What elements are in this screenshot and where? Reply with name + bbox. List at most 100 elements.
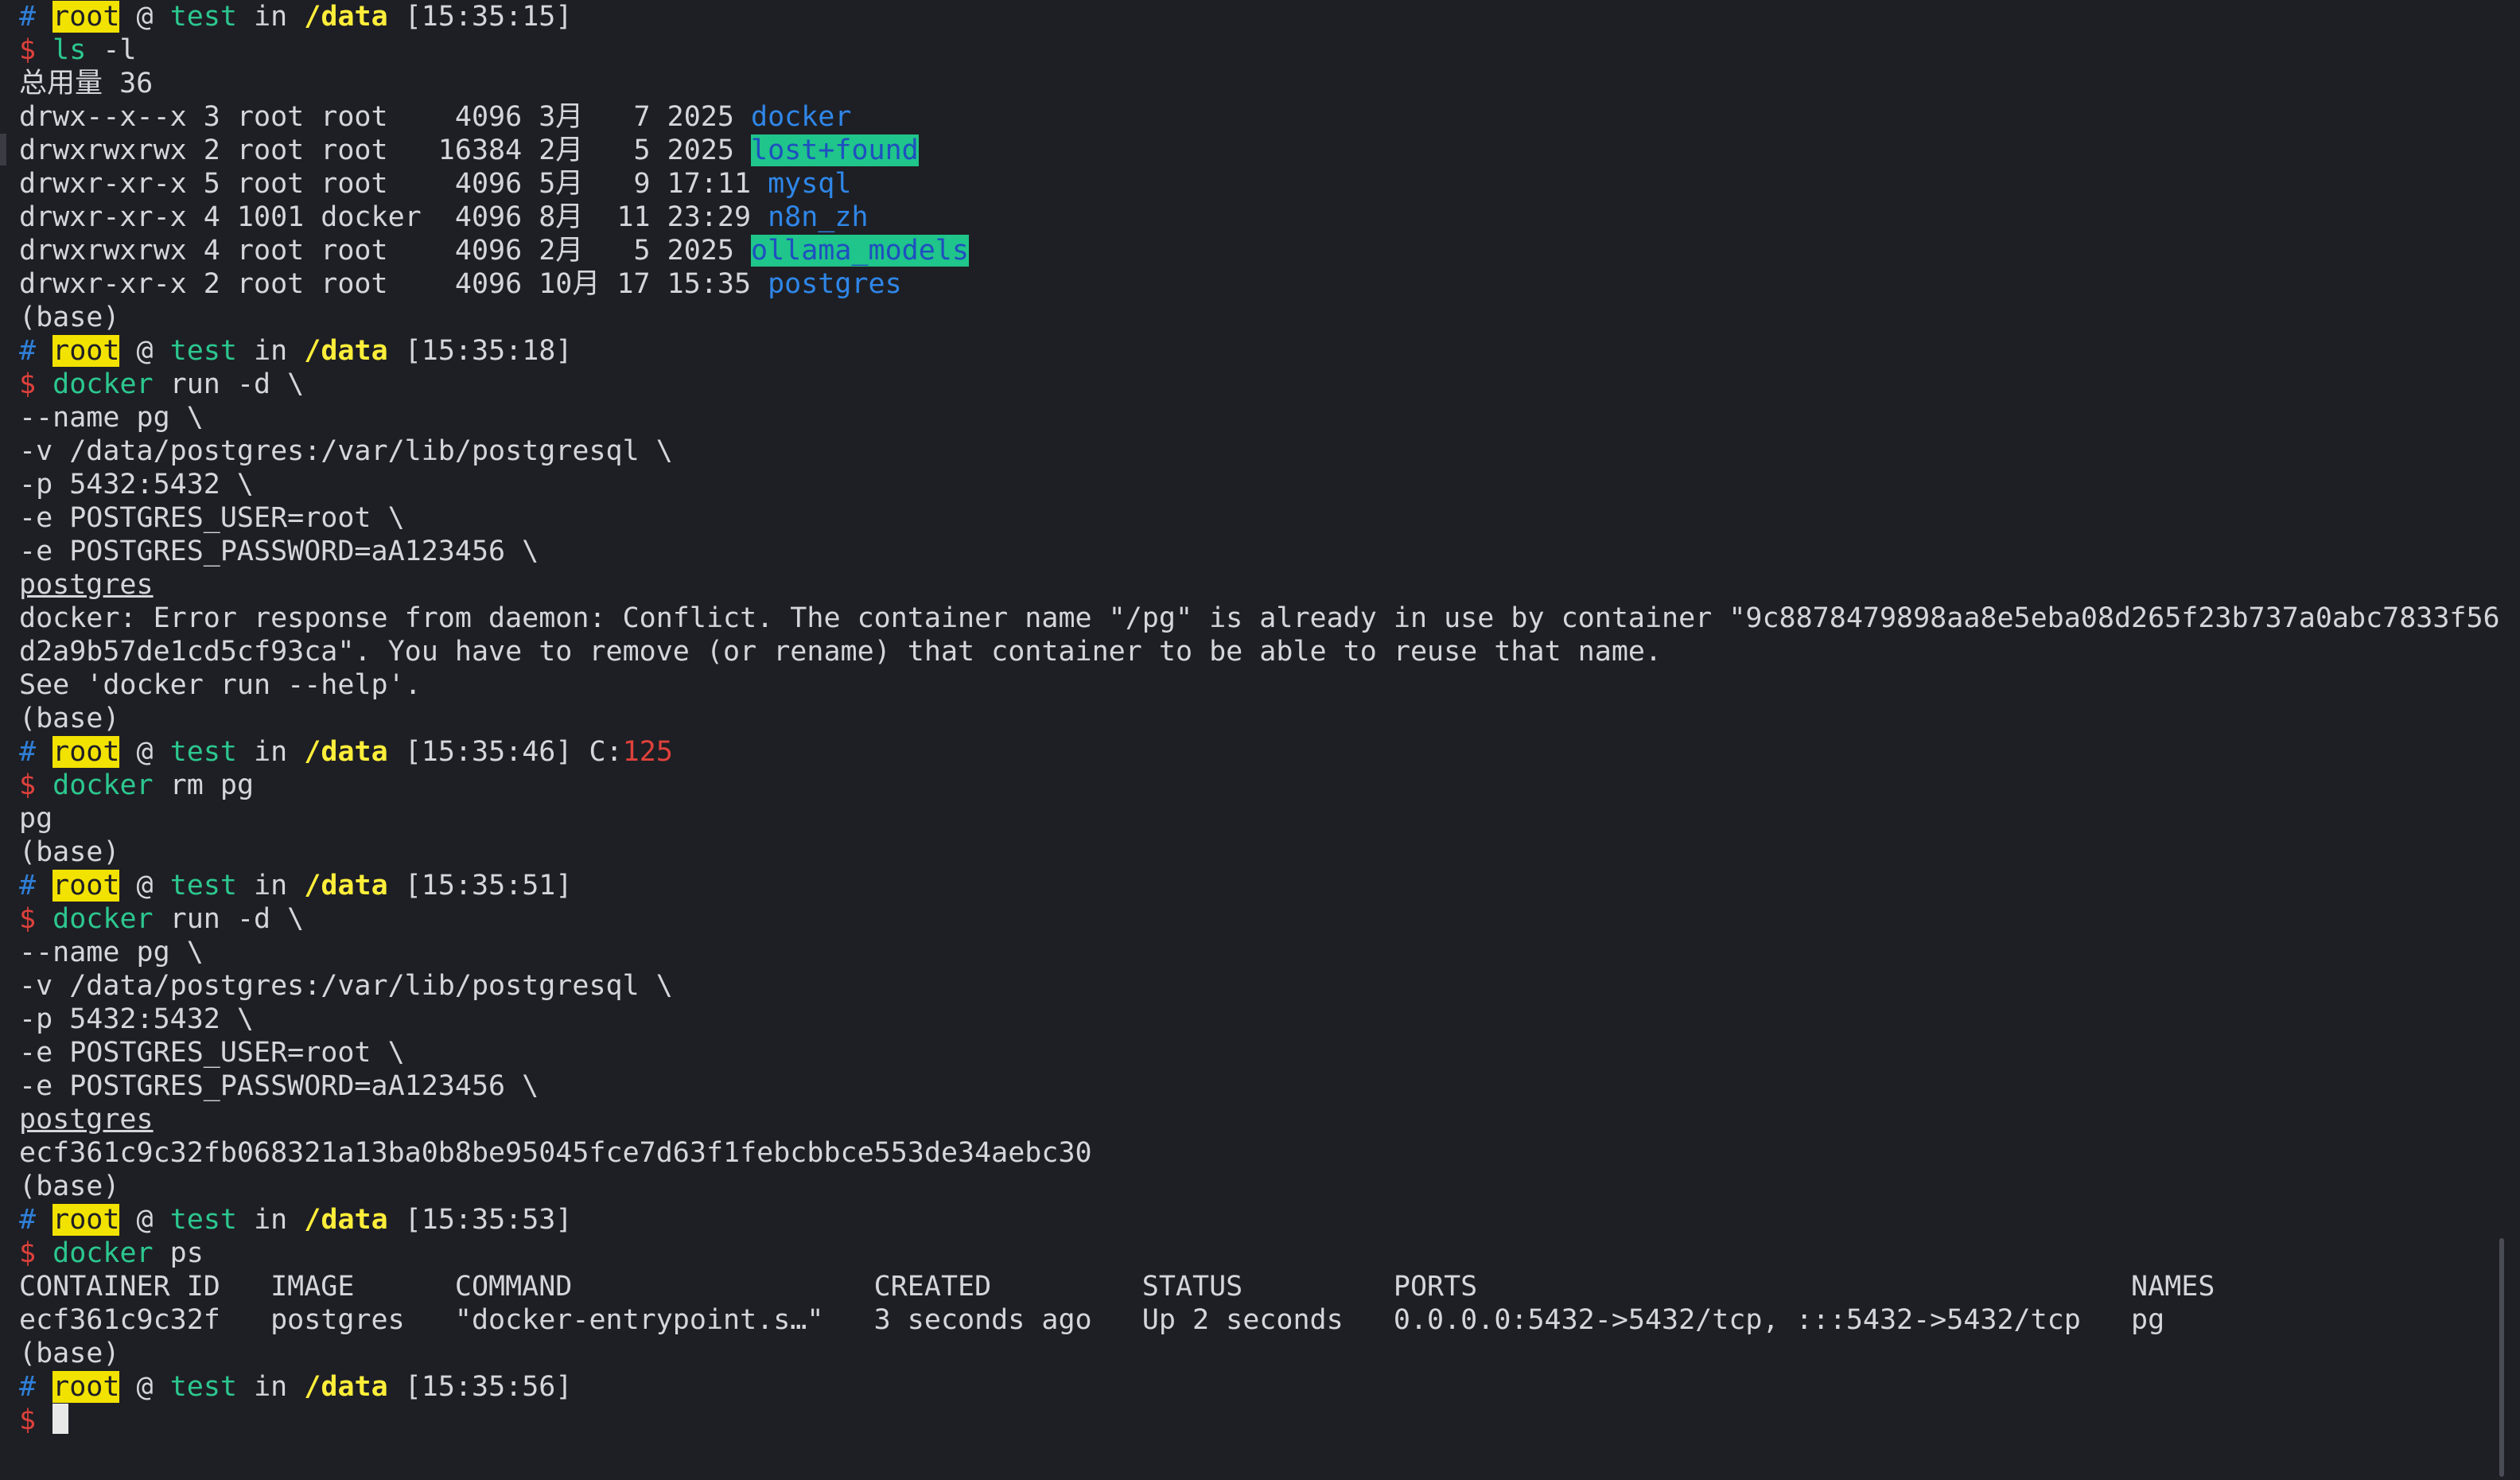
dir-name: ollama_models (751, 235, 969, 267)
prompt-line: # root @ test in /data [15:35:46] C:125 (19, 735, 2520, 769)
dir-name: mysql (768, 168, 852, 200)
ls-row: drwxrwxrwx 4 root root 4096 2月 5 2025 ol… (19, 234, 2520, 267)
dir-name: postgres (768, 268, 902, 300)
command-continuation: -e POSTGRES_PASSWORD=aA123456 \ (19, 536, 539, 567)
prompt-at: @ (136, 335, 154, 367)
prompt-path: /data (304, 870, 388, 902)
prompt-user: root (52, 736, 120, 768)
prompt-in: in (254, 736, 288, 768)
prompt-at: @ (136, 736, 154, 768)
container-id-output: ecf361c9c32fb068321a13ba0b8be95045fce7d6… (19, 1137, 1092, 1169)
input-line[interactable]: $ (19, 1404, 2520, 1437)
prompt-dollar: $ (19, 34, 37, 66)
ls-row-meta: drwxrwxrwx 2 root root 16384 2月 5 2025 (19, 134, 752, 166)
command-args: -l (86, 34, 137, 66)
prompt-hash: # (19, 1, 37, 33)
command-image: postgres (19, 1103, 2520, 1136)
ls-row-meta: drwxr-xr-x 2 root root 4096 10月 17 15:35 (19, 268, 768, 300)
command-continuation: -e POSTGRES_USER=root \ (19, 1037, 405, 1069)
ls-total: 总用量 36 (19, 68, 154, 99)
ls-row-meta: drwxr-xr-x 5 root root 4096 5月 9 17:11 (19, 168, 768, 200)
prompt-host: test (169, 1371, 237, 1403)
prompt-time: [15:35:15] (404, 1, 573, 33)
ls-row: drwxr-xr-x 2 root root 4096 10月 17 15:35… (19, 267, 2520, 301)
ls-row: drwxrwxrwx 2 root root 16384 2月 5 2025 l… (19, 134, 2520, 167)
prompt-user: root (52, 1371, 120, 1403)
prompt-hash: # (19, 1371, 37, 1403)
ls-row-meta: drwx--x--x 3 root root 4096 3月 7 2025 (19, 101, 752, 133)
dir-name: docker (751, 101, 852, 133)
scroll-marker (0, 134, 6, 166)
command-name: docker (52, 903, 154, 935)
text-cursor[interactable] (52, 1404, 69, 1434)
prompt-user: root (52, 870, 120, 902)
prompt-line: # root @ test in /data [15:35:18] (19, 334, 2520, 368)
error-output: d2a9b57de1cd5cf93ca". You have to remove… (19, 636, 1662, 668)
command-continuation: -p 5432:5432 \ (19, 1003, 255, 1035)
error-output: docker: Error response from daemon: Conf… (19, 602, 2500, 634)
prompt-time: [15:35:56] (404, 1371, 573, 1403)
prompt-path: /data (304, 1, 388, 33)
prompt-at: @ (136, 870, 154, 902)
prompt-user: root (52, 335, 120, 367)
command-args: run -d \ (153, 903, 305, 935)
command-name: docker (52, 769, 154, 801)
prompt-dollar: $ (19, 769, 37, 801)
image-name: postgres (19, 1104, 154, 1135)
prompt-line: # root @ test in /data [15:35:51] (19, 869, 2520, 902)
prompt-in: in (254, 1371, 288, 1403)
image-name: postgres (19, 569, 154, 601)
command-continuation: -e POSTGRES_PASSWORD=aA123456 \ (19, 1070, 539, 1102)
prompt-time: [15:35:46] (404, 736, 573, 768)
ls-row-meta: drwxr-xr-x 4 1001 docker 4096 8月 11 23:2… (19, 201, 768, 233)
prompt-at: @ (136, 1371, 154, 1403)
prompt-line: # root @ test in /data [15:35:15] (19, 0, 2520, 33)
prompt-dollar: $ (19, 903, 37, 935)
prompt-path: /data (304, 1371, 388, 1403)
command-line: $ docker rm pg (19, 769, 2520, 802)
prompt-host: test (169, 1204, 237, 1236)
dir-name: n8n_zh (768, 201, 869, 233)
prompt-path: /data (304, 736, 388, 768)
command-continuation: --name pg \ (19, 937, 204, 968)
prompt-user: root (52, 1, 120, 33)
command-args: run -d \ (153, 368, 305, 400)
vertical-scrollbar[interactable] (2499, 1238, 2504, 1477)
prompt-line: # root @ test in /data [15:35:56] (19, 1370, 2520, 1404)
prompt-in: in (254, 335, 288, 367)
ls-row-meta: drwxrwxrwx 4 root root 4096 2月 5 2025 (19, 235, 752, 267)
command-line: $ docker run -d \ (19, 368, 2520, 401)
prompt-host: test (169, 870, 237, 902)
command-continuation: -e POSTGRES_USER=root \ (19, 502, 405, 534)
prompt-host: test (169, 335, 237, 367)
terminal-window[interactable]: # root @ test in /data [15:35:15] $ ls -… (0, 0, 2520, 1480)
command-line: $ docker ps (19, 1237, 2520, 1270)
prompt-dollar: $ (19, 368, 37, 400)
prompt-dollar: $ (19, 1237, 37, 1269)
ps-row: ecf361c9c32f postgres "docker-entrypoint… (19, 1304, 2165, 1336)
ps-header: CONTAINER ID IMAGE COMMAND CREATED STATU… (19, 1271, 2215, 1303)
prompt-path: /data (304, 335, 388, 367)
command-output: pg (19, 803, 53, 835)
prompt-time: [15:35:51] (404, 870, 573, 902)
dir-name: lost+found (751, 134, 919, 166)
prompt-in: in (254, 1, 288, 33)
command-name: docker (52, 1237, 154, 1269)
command-args: rm pg (153, 769, 255, 801)
exit-code-label: C: (589, 736, 623, 768)
prompt-at: @ (136, 1, 154, 33)
prompt-host: test (169, 736, 237, 768)
prompt-in: in (254, 1204, 288, 1236)
command-line: $ docker run -d \ (19, 902, 2520, 936)
error-output: See 'docker run --help'. (19, 669, 422, 701)
prompt-host: test (169, 1, 237, 33)
prompt-hash: # (19, 736, 37, 768)
command-continuation: -p 5432:5432 \ (19, 469, 255, 500)
prompt-hash: # (19, 1204, 37, 1236)
prompt-at: @ (136, 1204, 154, 1236)
prompt-hash: # (19, 335, 37, 367)
command-continuation: --name pg \ (19, 402, 204, 434)
conda-env: (base) (19, 1170, 120, 1202)
prompt-line: # root @ test in /data [15:35:53] (19, 1203, 2520, 1237)
ls-row: drwxr-xr-x 5 root root 4096 5月 9 17:11 m… (19, 167, 2520, 201)
